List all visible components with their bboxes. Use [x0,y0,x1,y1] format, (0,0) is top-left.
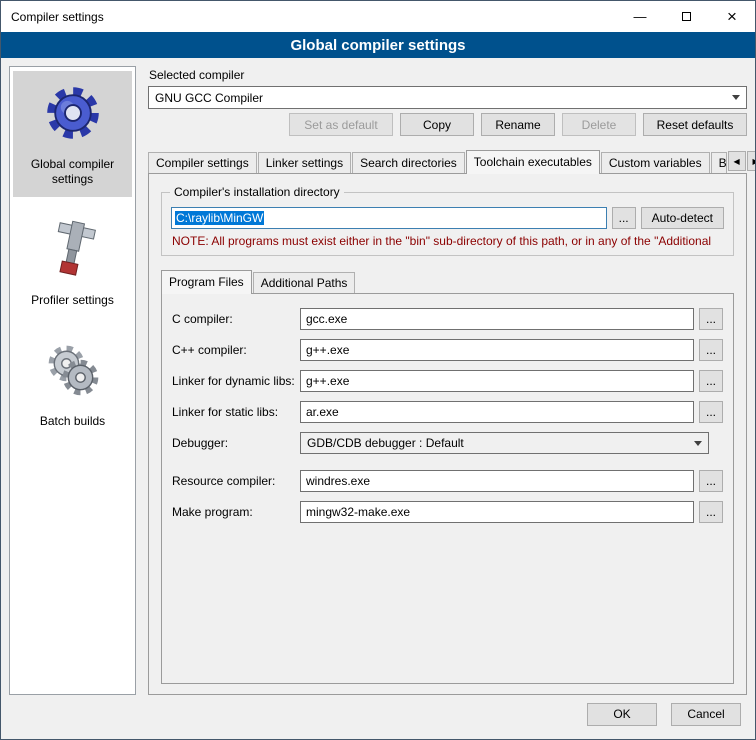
sidebar-item-profiler-settings[interactable]: Profiler settings [13,207,132,318]
sidebar-item-label: Profiler settings [31,293,114,308]
chevron-down-icon [732,95,740,100]
installation-directory-group: Compiler's installation directory C:\ray… [161,192,734,256]
program-files-area: Program Files Additional Paths C compile… [161,270,734,684]
minimize-button[interactable]: — [617,1,663,32]
window-controls: — × [617,1,755,32]
debugger-label: Debugger: [172,436,300,450]
tab-scroll-buttons: ◀ ▶ [728,151,755,173]
blue-gear-icon [43,81,103,145]
toolchain-executables-panel: Compiler's installation directory C:\ray… [148,173,747,695]
maximize-button[interactable] [663,1,709,32]
subtab-additional-paths[interactable]: Additional Paths [253,272,356,293]
linker-dynamic-browse-button[interactable]: ... [699,370,723,392]
minimize-icon: — [634,13,647,21]
resource-compiler-label: Resource compiler: [172,474,300,488]
tab-compiler-settings[interactable]: Compiler settings [148,152,257,173]
program-files-panel: C compiler: ... C++ compiler: ... Linker… [161,293,734,684]
form-row-cpp-compiler: C++ compiler: ... [172,339,723,361]
tab-bar: Compiler settings Linker settings Search… [148,150,747,173]
compiler-settings-window: Compiler settings — × Global compiler se… [0,0,756,740]
reset-defaults-button[interactable]: Reset defaults [643,113,747,136]
arrow-left-icon: ◀ [734,157,740,166]
rename-button[interactable]: Rename [481,113,555,136]
selected-compiler-label: Selected compiler [149,68,747,82]
profiler-tool-icon [44,217,102,281]
linker-static-label: Linker for static libs: [172,405,300,419]
c-compiler-input[interactable] [300,308,694,330]
form-row-debugger: Debugger: GDB/CDB debugger : Default [172,432,723,454]
compiler-actions: Set as default Copy Rename Delete Reset … [148,113,747,136]
form-row-linker-dynamic: Linker for dynamic libs: ... [172,370,723,392]
installation-directory-input[interactable]: C:\raylib\MinGW [171,207,607,229]
debugger-select[interactable]: GDB/CDB debugger : Default [300,432,709,454]
dialog-footer: OK Cancel [1,699,755,739]
form-row-make-program: Make program: ... [172,501,723,523]
form-row-linker-static: Linker for static libs: ... [172,401,723,423]
cpp-compiler-input[interactable] [300,339,694,361]
subtab-program-files[interactable]: Program Files [161,270,252,294]
make-program-browse-button[interactable]: ... [699,501,723,523]
sidebar-item-batch-builds[interactable]: Batch builds [13,328,132,439]
ok-button[interactable]: OK [587,703,657,726]
tab-build-options[interactable]: Buil [711,152,727,173]
set-as-default-button[interactable]: Set as default [289,113,393,136]
linker-dynamic-input[interactable] [300,370,694,392]
resource-compiler-browse-button[interactable]: ... [699,470,723,492]
cancel-button[interactable]: Cancel [671,703,741,726]
dialog-body: Global compiler settings Profiler settin… [1,58,755,699]
window-title: Compiler settings [1,10,104,24]
maximize-icon [682,12,691,21]
tab-custom-variables[interactable]: Custom variables [601,152,710,173]
auto-detect-button[interactable]: Auto-detect [641,207,724,229]
stacked-gears-icon [43,338,103,402]
dialog-title: Global compiler settings [290,37,465,54]
installation-directory-value: C:\raylib\MinGW [175,211,264,225]
close-icon: × [727,7,737,27]
tab-toolchain-executables[interactable]: Toolchain executables [466,150,600,174]
cpp-compiler-label: C++ compiler: [172,343,300,357]
linker-static-browse-button[interactable]: ... [699,401,723,423]
tab-linker-settings[interactable]: Linker settings [258,152,351,173]
linker-static-input[interactable] [300,401,694,423]
c-compiler-label: C compiler: [172,312,300,326]
dialog-header: Global compiler settings [1,32,755,58]
compiler-select-value: GNU GCC Compiler [155,91,726,105]
resource-compiler-input[interactable] [300,470,694,492]
tab-scroll-right-button[interactable]: ▶ [747,151,755,171]
delete-button[interactable]: Delete [562,113,636,136]
tab-scroll-left-button[interactable]: ◀ [728,151,746,171]
copy-button[interactable]: Copy [400,113,474,136]
form-row-c-compiler: C compiler: ... [172,308,723,330]
sidebar-item-label: Batch builds [40,414,105,429]
chevron-down-icon [694,441,702,446]
form-row-resource-compiler: Resource compiler: ... [172,470,723,492]
c-compiler-browse-button[interactable]: ... [699,308,723,330]
linker-dynamic-label: Linker for dynamic libs: [172,374,300,388]
titlebar: Compiler settings — × [1,1,755,32]
bin-subdirectory-note: NOTE: All programs must exist either in … [172,234,724,248]
sidebar-item-label: Global compiler settings [15,157,130,187]
close-button[interactable]: × [709,1,755,32]
installation-directory-browse-button[interactable]: ... [612,207,636,229]
sidebar: Global compiler settings Profiler settin… [9,66,136,695]
debugger-select-value: GDB/CDB debugger : Default [307,436,688,450]
tab-search-directories[interactable]: Search directories [352,152,465,173]
sidebar-item-global-compiler-settings[interactable]: Global compiler settings [13,71,132,197]
cpp-compiler-browse-button[interactable]: ... [699,339,723,361]
installation-directory-title: Compiler's installation directory [170,185,344,199]
sub-tab-bar: Program Files Additional Paths [161,270,734,293]
main-panel: Selected compiler GNU GCC Compiler Set a… [148,66,747,695]
arrow-right-icon: ▶ [753,157,756,166]
make-program-label: Make program: [172,505,300,519]
make-program-input[interactable] [300,501,694,523]
installation-directory-row: C:\raylib\MinGW ... Auto-detect [171,207,724,229]
compiler-select[interactable]: GNU GCC Compiler [148,86,747,109]
